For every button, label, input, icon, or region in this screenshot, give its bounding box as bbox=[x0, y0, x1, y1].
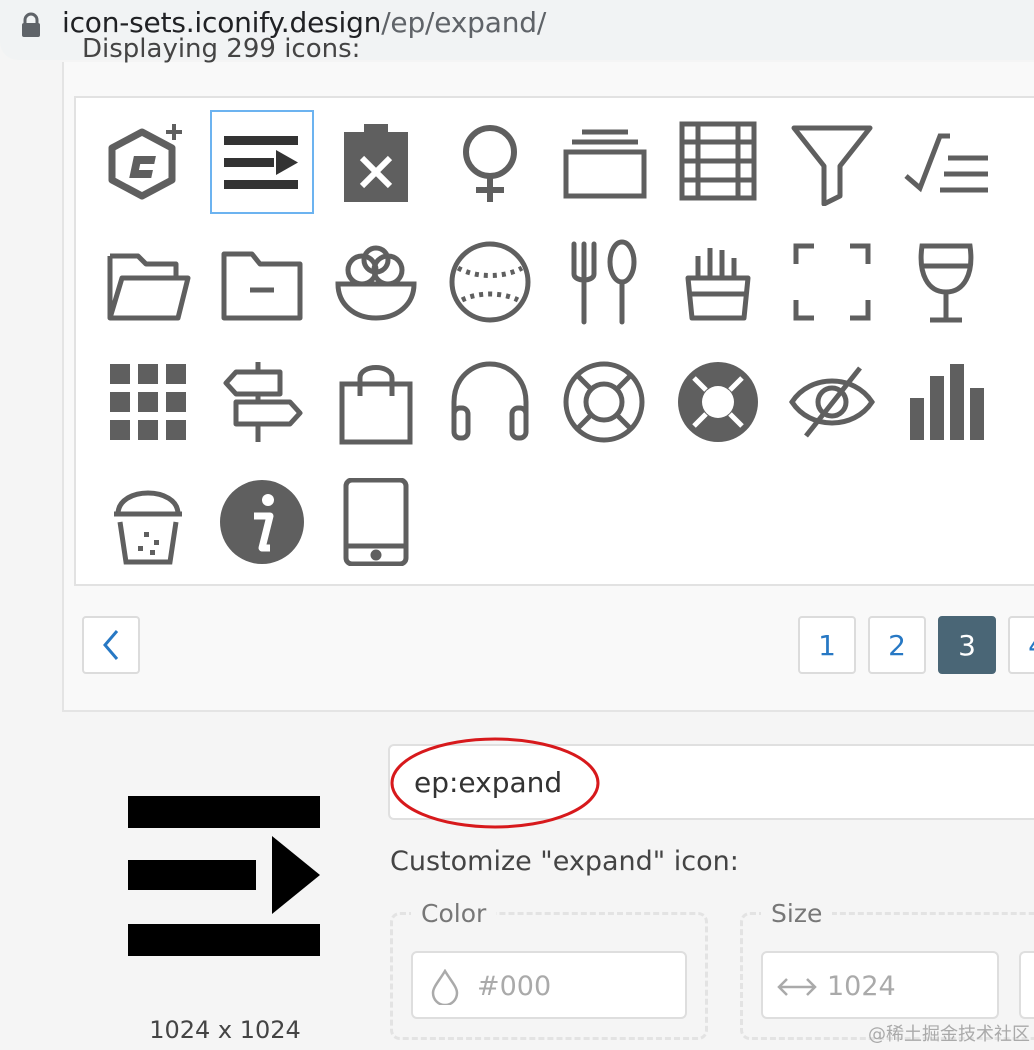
expand-preview-icon bbox=[128, 796, 320, 956]
fries-icon[interactable] bbox=[666, 230, 770, 334]
prev-page-button[interactable] bbox=[82, 616, 140, 674]
handbag-icon[interactable] bbox=[324, 350, 428, 454]
watermark-text: @稀土掘金技术社区 bbox=[868, 1024, 1030, 1045]
color-placeholder: #000 bbox=[477, 971, 552, 1002]
lock-icon bbox=[22, 12, 40, 37]
annotation-circle bbox=[390, 737, 600, 829]
preview-size-label: 1024 x 1024 bbox=[149, 1016, 301, 1044]
color-input[interactable]: #000 bbox=[411, 951, 687, 1019]
size-input[interactable]: 1024 bbox=[761, 951, 999, 1019]
hide-icon[interactable] bbox=[780, 350, 884, 454]
icon-list-panel: Displaying 299 icons: 1 2 3 bbox=[62, 34, 1034, 712]
color-label: Color bbox=[411, 899, 497, 928]
page-4-button[interactable]: 4 bbox=[1008, 616, 1034, 674]
football-icon[interactable] bbox=[438, 230, 542, 334]
size-label: Size bbox=[761, 899, 833, 928]
goblet-icon[interactable] bbox=[894, 230, 998, 334]
ice-cream-round-icon[interactable] bbox=[96, 470, 200, 574]
customize-title: Customize "expand" icon: bbox=[390, 846, 739, 877]
female-icon[interactable] bbox=[438, 110, 542, 214]
film-icon[interactable] bbox=[666, 110, 770, 214]
size-height-input[interactable] bbox=[1019, 951, 1034, 1019]
url-path: /ep/expand/ bbox=[381, 6, 547, 39]
failed-icon[interactable] bbox=[324, 110, 428, 214]
info-filled-icon[interactable] bbox=[210, 470, 314, 574]
finished-icon[interactable] bbox=[894, 110, 998, 214]
guide-icon[interactable] bbox=[210, 350, 314, 454]
grid-icon[interactable] bbox=[96, 350, 200, 454]
food-icon[interactable] bbox=[324, 230, 428, 334]
size-placeholder: 1024 bbox=[827, 971, 896, 1002]
page-1-button[interactable]: 1 bbox=[798, 616, 856, 674]
ipad-icon[interactable] bbox=[324, 470, 428, 574]
element-plus-icon[interactable] bbox=[96, 110, 200, 214]
color-option-group: Color #000 bbox=[390, 899, 708, 1040]
files-icon[interactable] bbox=[552, 110, 656, 214]
help-icon[interactable] bbox=[552, 350, 656, 454]
fork-spoon-icon[interactable] bbox=[552, 230, 656, 334]
full-screen-icon[interactable] bbox=[780, 230, 884, 334]
headset-icon[interactable] bbox=[438, 350, 542, 454]
page-3-button[interactable]: 3 bbox=[938, 616, 996, 674]
page-2-button[interactable]: 2 bbox=[868, 616, 926, 674]
icons-count-caption: Displaying 299 icons: bbox=[82, 34, 361, 64]
filter-icon[interactable] bbox=[780, 110, 884, 214]
droplet-icon bbox=[431, 969, 459, 1005]
horizontal-arrows-icon bbox=[777, 978, 817, 996]
folder-remove-icon[interactable] bbox=[210, 230, 314, 334]
icon-grid bbox=[74, 96, 1034, 586]
help-filled-icon[interactable] bbox=[666, 350, 770, 454]
expand-icon[interactable] bbox=[210, 110, 314, 214]
chevron-left-icon bbox=[103, 630, 119, 660]
folder-opened-icon[interactable] bbox=[96, 230, 200, 334]
histogram-icon[interactable] bbox=[894, 350, 998, 454]
